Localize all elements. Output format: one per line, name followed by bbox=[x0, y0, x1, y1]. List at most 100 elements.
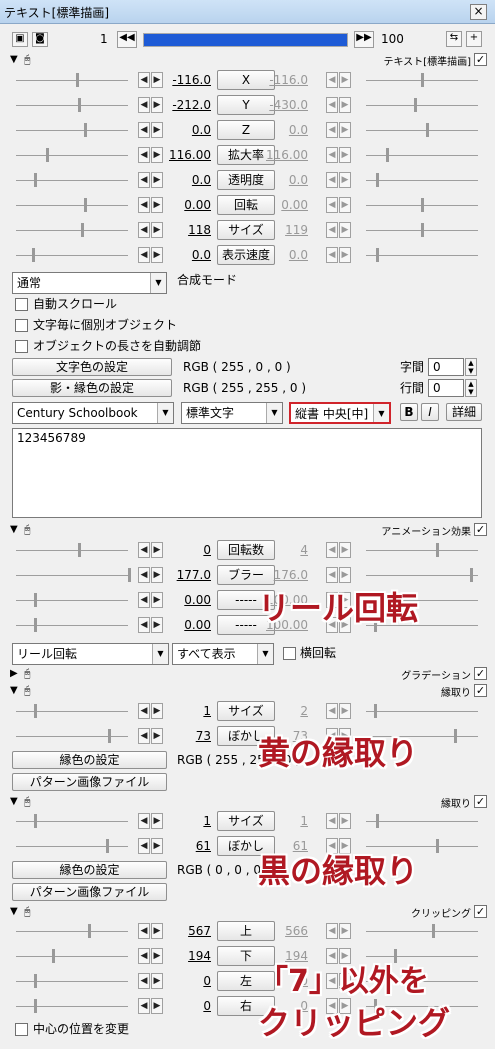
section-enable-checkbox[interactable]: ✓ bbox=[474, 795, 487, 808]
start-value[interactable]: 0 bbox=[165, 998, 211, 1014]
right-slider[interactable] bbox=[366, 173, 478, 187]
italic-button[interactable]: I bbox=[421, 403, 439, 421]
per-char-checkbox[interactable] bbox=[15, 319, 28, 332]
slider-thumb[interactable] bbox=[376, 814, 379, 828]
start-value[interactable]: 177.0 bbox=[165, 567, 211, 583]
right-slider[interactable] bbox=[366, 198, 478, 212]
collapse-icon[interactable]: ▼ bbox=[10, 906, 18, 917]
section-enable-checkbox[interactable]: ✓ bbox=[474, 53, 487, 66]
end-value[interactable]: -430.0 bbox=[262, 97, 308, 113]
increment-icon[interactable]: ▶ bbox=[339, 172, 351, 188]
end-value[interactable]: 0.00 bbox=[262, 197, 308, 213]
start-value[interactable]: 0 bbox=[165, 973, 211, 989]
link-icon[interactable]: ⇆ bbox=[446, 31, 462, 47]
decrement-icon[interactable]: ◀ bbox=[326, 567, 338, 583]
start-value[interactable]: 567 bbox=[165, 923, 211, 939]
right-slider[interactable] bbox=[366, 98, 478, 112]
increment-icon[interactable]: ▶ bbox=[151, 97, 163, 113]
left-slider[interactable] bbox=[16, 999, 128, 1013]
increment-icon[interactable]: ▶ bbox=[151, 998, 163, 1014]
end-value[interactable]: -116.0 bbox=[262, 72, 308, 88]
right-slider[interactable] bbox=[366, 73, 478, 87]
left-slider[interactable] bbox=[16, 568, 131, 582]
left-slider[interactable] bbox=[16, 839, 128, 853]
decrement-icon[interactable]: ◀ bbox=[326, 222, 338, 238]
increment-icon[interactable]: ▶ bbox=[339, 703, 351, 719]
decrement-icon[interactable]: ◀ bbox=[326, 813, 338, 829]
start-value[interactable]: 1 bbox=[165, 813, 211, 829]
increment-icon[interactable]: ▶ bbox=[151, 617, 163, 633]
section-enable-checkbox[interactable]: ✓ bbox=[474, 905, 487, 918]
horizontal-rotate-checkbox[interactable] bbox=[283, 647, 296, 660]
collapse-icon[interactable]: ▼ bbox=[10, 54, 18, 65]
end-value[interactable]: 0.0 bbox=[262, 172, 308, 188]
decrement-icon[interactable]: ◀ bbox=[138, 542, 150, 558]
increment-icon[interactable]: ▶ bbox=[339, 923, 351, 939]
left-slider[interactable] bbox=[16, 704, 128, 718]
decrement-icon[interactable]: ◀ bbox=[138, 838, 150, 854]
collapse-icon[interactable]: ▼ bbox=[10, 796, 18, 807]
slider-thumb[interactable] bbox=[88, 924, 91, 938]
slider-thumb[interactable] bbox=[78, 98, 81, 112]
right-slider[interactable] bbox=[366, 148, 478, 162]
left-slider[interactable] bbox=[16, 814, 128, 828]
slider-thumb[interactable] bbox=[421, 198, 424, 212]
left-slider[interactable] bbox=[16, 198, 128, 212]
frame-progress-bar[interactable] bbox=[143, 33, 348, 47]
start-value[interactable]: 0.00 bbox=[165, 592, 211, 608]
increment-icon[interactable]: ▶ bbox=[151, 197, 163, 213]
line-spacing-spinner[interactable]: ▲ ▼ bbox=[465, 379, 477, 397]
increment-icon[interactable]: ▶ bbox=[151, 728, 163, 744]
auto-scroll-checkbox[interactable] bbox=[15, 298, 28, 311]
start-value[interactable]: 1 bbox=[165, 703, 211, 719]
slider-thumb[interactable] bbox=[106, 839, 109, 853]
start-value[interactable]: -212.0 bbox=[165, 97, 211, 113]
left-slider[interactable] bbox=[16, 173, 128, 187]
decrement-icon[interactable]: ◀ bbox=[138, 222, 150, 238]
increment-icon[interactable]: ▶ bbox=[151, 222, 163, 238]
slider-thumb[interactable] bbox=[34, 704, 37, 718]
start-value[interactable]: 0.00 bbox=[165, 617, 211, 633]
collapse-icon[interactable]: ▼ bbox=[10, 685, 18, 696]
decrement-icon[interactable]: ◀ bbox=[138, 247, 150, 263]
decrement-icon[interactable]: ◀ bbox=[138, 172, 150, 188]
left-slider[interactable] bbox=[16, 223, 128, 237]
slider-thumb[interactable] bbox=[421, 223, 424, 237]
right-slider[interactable] bbox=[366, 248, 478, 262]
increment-icon[interactable]: ▶ bbox=[151, 592, 163, 608]
increment-icon[interactable]: ▶ bbox=[339, 97, 351, 113]
border1-color-button[interactable]: 縁色の設定 bbox=[12, 751, 167, 769]
decrement-icon[interactable]: ◀ bbox=[326, 247, 338, 263]
decrement-icon[interactable]: ◀ bbox=[326, 197, 338, 213]
slider-thumb[interactable] bbox=[84, 198, 87, 212]
left-slider[interactable] bbox=[16, 593, 128, 607]
start-value[interactable]: -116.0 bbox=[165, 72, 211, 88]
start-value[interactable]: 61 bbox=[165, 838, 211, 854]
left-slider[interactable] bbox=[16, 949, 128, 963]
left-slider[interactable] bbox=[16, 618, 128, 632]
decrement-icon[interactable]: ◀ bbox=[138, 973, 150, 989]
center-position-checkbox[interactable] bbox=[15, 1023, 28, 1036]
slider-thumb[interactable] bbox=[436, 543, 439, 557]
decrement-icon[interactable]: ◀ bbox=[326, 923, 338, 939]
anim-type-select[interactable]: リール回転 ▼ bbox=[12, 643, 169, 665]
slider-thumb[interactable] bbox=[32, 248, 35, 262]
increment-icon[interactable]: ▶ bbox=[339, 542, 351, 558]
char-spacing-input[interactable]: 0 bbox=[428, 358, 464, 376]
text-style-select[interactable]: 標準文字 ▼ bbox=[181, 402, 283, 424]
left-slider[interactable] bbox=[16, 123, 128, 137]
end-value[interactable]: 0.0 bbox=[262, 122, 308, 138]
end-value[interactable]: 4 bbox=[262, 542, 308, 558]
right-slider[interactable] bbox=[366, 814, 478, 828]
start-value[interactable]: 0.0 bbox=[165, 172, 211, 188]
increment-icon[interactable]: ▶ bbox=[151, 838, 163, 854]
slider-thumb[interactable] bbox=[84, 123, 87, 137]
slider-thumb[interactable] bbox=[436, 839, 439, 853]
slider-thumb[interactable] bbox=[34, 974, 37, 988]
bold-button[interactable]: B bbox=[400, 403, 418, 421]
decrement-icon[interactable]: ◀ bbox=[138, 948, 150, 964]
end-value[interactable]: 2 bbox=[262, 703, 308, 719]
decrement-icon[interactable]: ◀ bbox=[138, 703, 150, 719]
slider-thumb[interactable] bbox=[386, 148, 389, 162]
decrement-icon[interactable]: ◀ bbox=[326, 542, 338, 558]
